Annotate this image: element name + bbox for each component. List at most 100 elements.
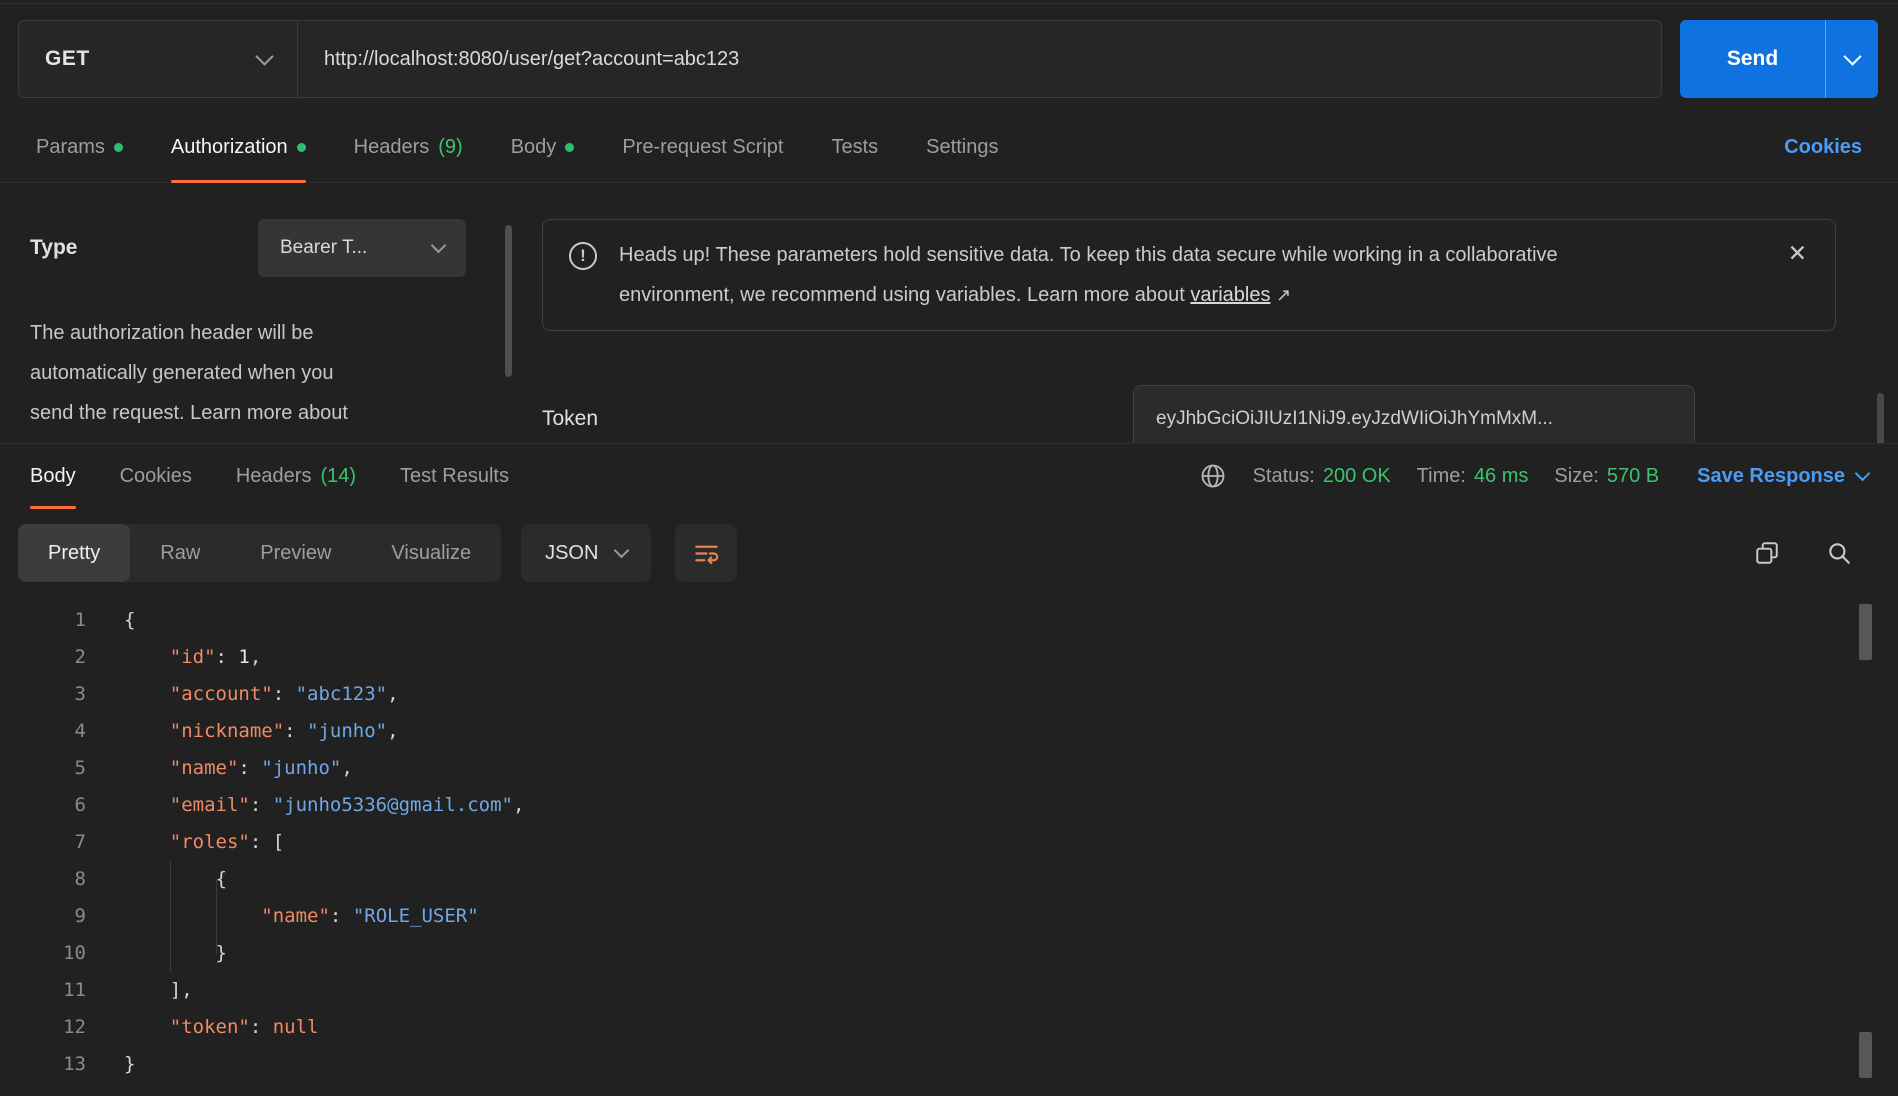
code-text: "token": null — [86, 1009, 319, 1046]
copy-icon — [1754, 540, 1780, 566]
auth-type-panel: Type Bearer T... The authorization heade… — [0, 183, 520, 443]
authorization-panel: Type Bearer T... The authorization heade… — [0, 183, 1898, 443]
line-number: 1 — [0, 602, 86, 639]
code-line: 10 } — [0, 935, 1898, 972]
tab-headers[interactable]: Headers (9) — [354, 112, 463, 182]
body-unsaved-dot — [565, 143, 574, 152]
response-tab-headers[interactable]: Headers (14) — [236, 444, 356, 508]
view-tab-pretty[interactable]: Pretty — [18, 524, 130, 582]
method-selector[interactable]: GET — [19, 21, 298, 97]
cookies-link[interactable]: Cookies — [1784, 136, 1862, 159]
page-scrollbar[interactable] — [1877, 393, 1884, 443]
code-line: 6 "email": "junho5336@gmail.com", — [0, 787, 1898, 824]
status-label: Status: — [1253, 465, 1315, 488]
format-select[interactable]: JSON — [521, 524, 651, 582]
auth-panel-scrollbar[interactable] — [505, 225, 512, 377]
request-tabs: Params Authorization Headers (9) Body Pr… — [0, 112, 1898, 183]
top-divider — [0, 3, 1898, 4]
code-text: "roles": [ — [86, 824, 284, 861]
size-label: Size: — [1554, 465, 1598, 488]
token-input[interactable]: eyJhbGciOiJIUzI1NiJ9.eyJzdWIiOiJhYmMxM..… — [1133, 385, 1695, 443]
code-text: "name": "junho", — [86, 750, 353, 787]
code-line: 5 "name": "junho", — [0, 750, 1898, 787]
tab-label: Settings — [926, 136, 998, 159]
time-value: 46 ms — [1474, 465, 1528, 488]
tab-label: Headers — [236, 465, 312, 488]
code-text: "name": "ROLE_USER" — [86, 898, 479, 935]
code-line: 13} — [0, 1046, 1898, 1083]
send-options-button[interactable] — [1825, 20, 1878, 98]
close-icon[interactable]: ✕ — [1788, 242, 1807, 265]
view-mode-segmented-control: Pretty Raw Preview Visualize — [18, 524, 501, 582]
status-value: 200 OK — [1323, 465, 1391, 488]
chevron-down-icon — [1855, 465, 1871, 481]
chevron-down-icon — [614, 542, 630, 558]
code-text: "id": 1, — [86, 639, 261, 676]
line-number: 13 — [0, 1046, 86, 1083]
indent-guide — [170, 861, 171, 972]
code-text: "email": "junho5336@gmail.com", — [86, 787, 524, 824]
code-line: 7 "roles": [ — [0, 824, 1898, 861]
tab-params[interactable]: Params — [36, 112, 123, 182]
response-actions — [1754, 540, 1852, 566]
line-number: 12 — [0, 1009, 86, 1046]
view-tab-visualize[interactable]: Visualize — [361, 524, 501, 582]
view-tab-raw[interactable]: Raw — [130, 524, 230, 582]
view-tab-preview[interactable]: Preview — [230, 524, 361, 582]
request-bar: GET Send — [0, 0, 1898, 112]
auth-detail-panel: ! Heads up! These parameters hold sensit… — [520, 183, 1898, 443]
tab-label: Test Results — [400, 465, 509, 488]
line-number: 6 — [0, 787, 86, 824]
tab-pre-request-script[interactable]: Pre-request Script — [622, 112, 783, 182]
time-label: Time: — [1417, 465, 1466, 488]
line-number: 8 — [0, 861, 86, 898]
save-response-label: Save Response — [1697, 465, 1845, 488]
tab-tests[interactable]: Tests — [831, 112, 878, 182]
url-group: GET — [18, 20, 1662, 98]
response-tab-test-results[interactable]: Test Results — [400, 444, 509, 508]
tab-body[interactable]: Body — [511, 112, 575, 182]
response-tab-cookies[interactable]: Cookies — [120, 444, 192, 508]
code-scrollbar-thumb[interactable] — [1859, 604, 1872, 660]
line-number: 5 — [0, 750, 86, 787]
format-value: JSON — [545, 542, 598, 565]
tab-label: Tests — [831, 136, 878, 159]
url-input[interactable] — [298, 21, 1661, 97]
tab-label: Params — [36, 136, 105, 159]
search-icon — [1826, 540, 1852, 566]
wrap-lines-button[interactable] — [675, 524, 737, 582]
chevron-down-icon — [1843, 47, 1861, 65]
code-text: "account": "abc123", — [86, 676, 399, 713]
code-line: 12 "token": null — [0, 1009, 1898, 1046]
copy-response-button[interactable] — [1754, 540, 1780, 566]
response-tab-body[interactable]: Body — [30, 444, 76, 508]
wrap-lines-icon — [693, 540, 720, 567]
size-pair: Size: 570 B — [1554, 465, 1659, 488]
code-line: 9 "name": "ROLE_USER" — [0, 898, 1898, 935]
search-response-button[interactable] — [1826, 540, 1852, 566]
code-text: { — [86, 602, 135, 639]
response-headers-count: (14) — [320, 465, 356, 488]
save-response-button[interactable]: Save Response — [1697, 465, 1868, 488]
response-toolbar: Pretty Raw Preview Visualize JSON — [18, 524, 1868, 582]
auth-type-select[interactable]: Bearer T... — [258, 219, 466, 277]
tab-authorization[interactable]: Authorization — [171, 112, 306, 182]
headers-count: (9) — [438, 136, 462, 159]
code-scrollbar-mark[interactable] — [1859, 1032, 1872, 1078]
send-button-label-area[interactable]: Send — [1680, 20, 1825, 98]
network-globe-icon[interactable] — [1199, 462, 1227, 490]
code-text: } — [86, 935, 227, 972]
variables-link[interactable]: variables — [1190, 284, 1270, 306]
token-label: Token — [542, 407, 598, 431]
code-lines: 1{2 "id": 1,3 "account": "abc123",4 "nic… — [0, 602, 1898, 1083]
tab-label: Headers — [354, 136, 430, 159]
token-row: Token eyJhbGciOiJIUzI1NiJ9.eyJzdWIiOiJhY… — [542, 385, 1836, 443]
code-text: { — [86, 861, 227, 898]
send-button[interactable]: Send — [1680, 20, 1878, 98]
send-label: Send — [1727, 47, 1778, 71]
chevron-down-icon — [255, 47, 273, 65]
code-line: 3 "account": "abc123", — [0, 676, 1898, 713]
tab-settings[interactable]: Settings — [926, 112, 998, 182]
info-icon: ! — [569, 242, 597, 270]
auth-type-label: Type — [30, 236, 77, 260]
